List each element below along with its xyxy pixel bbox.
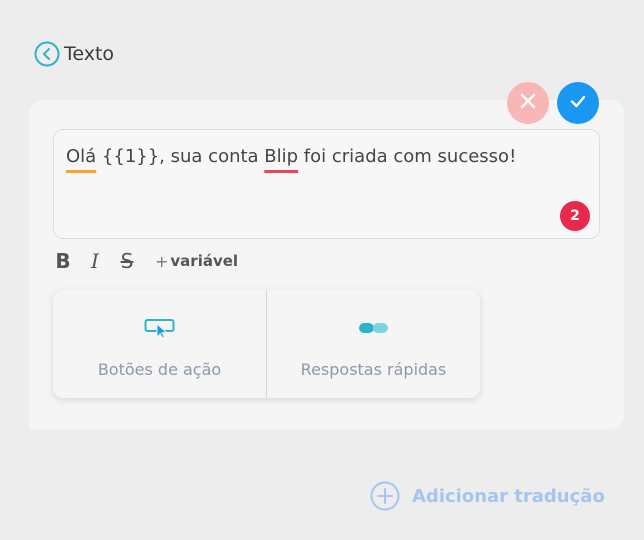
cursor-click-icon — [144, 318, 176, 338]
italic-button[interactable]: I — [85, 249, 105, 273]
chevron-left-circle-icon — [34, 41, 60, 67]
add-translation-label: Adicionar tradução — [412, 485, 605, 507]
page-title: Texto — [64, 43, 115, 65]
formatting-toolbar: B I S + variável — [53, 248, 238, 274]
error-count-badge[interactable]: 2 — [560, 201, 590, 231]
check-icon — [569, 92, 587, 114]
action-buttons-label: Botões de ação — [97, 360, 222, 379]
plus-icon: + — [155, 251, 169, 271]
button-type-panel: Botões de ação Respostas rápidas — [53, 290, 480, 398]
add-translation-button[interactable]: Adicionar tradução — [370, 481, 605, 511]
message-editor[interactable]: Olá {{1}}, sua conta Blip foi criada com… — [53, 129, 600, 239]
add-variable-label: variável — [170, 252, 239, 270]
strikethrough-button[interactable]: S — [117, 249, 137, 273]
warning-word: Olá — [66, 146, 97, 167]
error-word: Blip — [264, 146, 299, 167]
action-buttons-option[interactable]: Botões de ação — [53, 290, 266, 398]
text-block-card: Olá {{1}}, sua conta Blip foi criada com… — [29, 82, 624, 429]
text-segment: foi criada com sucesso! — [298, 146, 517, 167]
quick-replies-option[interactable]: Respostas rápidas — [266, 290, 480, 398]
text-segment: {{1}}, sua conta — [96, 146, 265, 167]
plus-circle-icon — [370, 481, 400, 511]
back-button[interactable]: Texto — [34, 40, 114, 68]
cancel-button[interactable] — [507, 82, 549, 124]
quick-replies-label: Respostas rápidas — [300, 360, 447, 379]
close-icon — [519, 92, 537, 114]
message-text[interactable]: Olá {{1}}, sua conta Blip foi criada com… — [66, 146, 516, 167]
quick-replies-icon — [358, 318, 390, 338]
add-variable-button[interactable]: + variável — [155, 252, 238, 271]
bold-button[interactable]: B — [53, 249, 73, 273]
confirm-button[interactable] — [557, 82, 599, 124]
